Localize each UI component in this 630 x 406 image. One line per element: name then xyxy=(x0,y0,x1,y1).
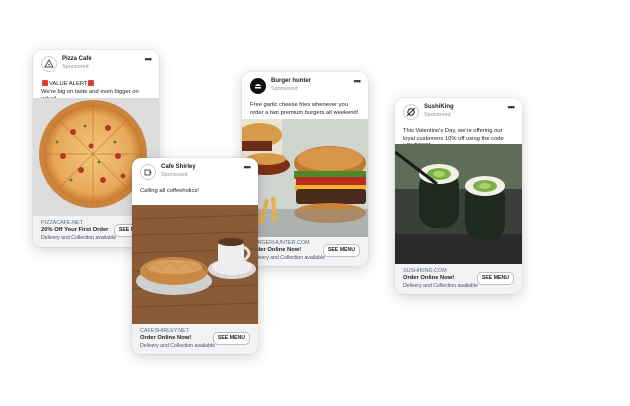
ad-headline[interactable]: Order Online Now! xyxy=(140,335,191,341)
cafe-shirley-logo[interactable] xyxy=(140,164,156,180)
sponsored-label: Sponsored xyxy=(62,64,89,70)
more-options-icon[interactable]: ••• xyxy=(508,102,516,112)
ad-url[interactable]: BURGERHUNTER.COM xyxy=(250,240,310,246)
alert-icon xyxy=(42,80,48,86)
alert-icon xyxy=(88,80,95,86)
ad-header: SushiKing Sponsored ••• xyxy=(403,102,516,126)
ad-footer: CAFESHIRLEY.NET Order Online Now! Delive… xyxy=(132,324,258,354)
ad-url[interactable]: SUSHIKING.COM xyxy=(403,268,447,274)
ad-card-burger-hunter: Burger hunter Sponsored ••• Free garlic … xyxy=(242,72,368,266)
sponsored-label: Sponsored xyxy=(161,172,188,178)
advertiser-name[interactable]: Pizza Cafe xyxy=(62,56,92,62)
sushiking-logo[interactable] xyxy=(403,104,419,120)
advertiser-name[interactable]: Cafe Shirley xyxy=(161,164,196,170)
sponsored-label: Sponsored xyxy=(271,86,298,92)
ad-body-text: Free garlic cheese fries whenever you or… xyxy=(250,102,359,116)
see-menu-button[interactable]: SEE MENU xyxy=(212,332,250,345)
pizza-cafe-logo[interactable] xyxy=(41,56,57,72)
ad-image-coffee[interactable] xyxy=(132,205,258,324)
ad-description: Delivery and Collection available xyxy=(250,255,325,261)
ad-description: Delivery and Collection available xyxy=(403,283,478,289)
ad-headline[interactable]: Order Online Now! xyxy=(403,275,454,281)
ad-header: Cafe Shirley Sponsored ••• xyxy=(140,162,252,186)
ad-image-burger[interactable] xyxy=(242,119,368,237)
ad-description: Delivery and Collection available xyxy=(140,343,215,349)
ad-description: Delivery and Collection available xyxy=(41,235,116,241)
ad-footer: SUSHIKING.COM Order Online Now! Delivery… xyxy=(395,264,522,294)
ad-header: Pizza Cafe Sponsored ••• xyxy=(41,54,153,78)
advertiser-name[interactable]: Burger hunter xyxy=(271,78,311,84)
ad-image-sushi[interactable] xyxy=(395,144,522,264)
ad-body-text: Calling all coffeeholics! xyxy=(140,188,199,194)
value-alert-text: VALUE ALERT xyxy=(49,81,88,87)
more-options-icon[interactable]: ••• xyxy=(244,162,252,172)
see-menu-button[interactable]: SEE MENU xyxy=(476,272,514,285)
more-options-icon[interactable]: ••• xyxy=(145,54,153,64)
ad-url[interactable]: PIZZACAFE.NET xyxy=(41,220,83,226)
see-menu-button[interactable]: SEE MENU xyxy=(322,244,360,257)
ad-headline[interactable]: 20% Off Your First Order xyxy=(41,227,108,233)
burger-hunter-logo[interactable] xyxy=(250,78,266,94)
sponsored-label: Sponsored xyxy=(424,112,451,118)
ad-header: Burger hunter Sponsored ••• xyxy=(250,76,362,100)
advertiser-name[interactable]: SushiKing xyxy=(424,104,454,110)
ad-card-cafe-shirley: Cafe Shirley Sponsored ••• Calling all c… xyxy=(132,158,258,354)
more-options-icon[interactable]: ••• xyxy=(354,76,362,86)
ad-card-sushiking: SushiKing Sponsored ••• This Valentine's… xyxy=(395,98,522,294)
ad-url[interactable]: CAFESHIRLEY.NET xyxy=(140,328,189,334)
ad-footer: BURGERHUNTER.COM Order Online Now! Deliv… xyxy=(242,237,368,266)
